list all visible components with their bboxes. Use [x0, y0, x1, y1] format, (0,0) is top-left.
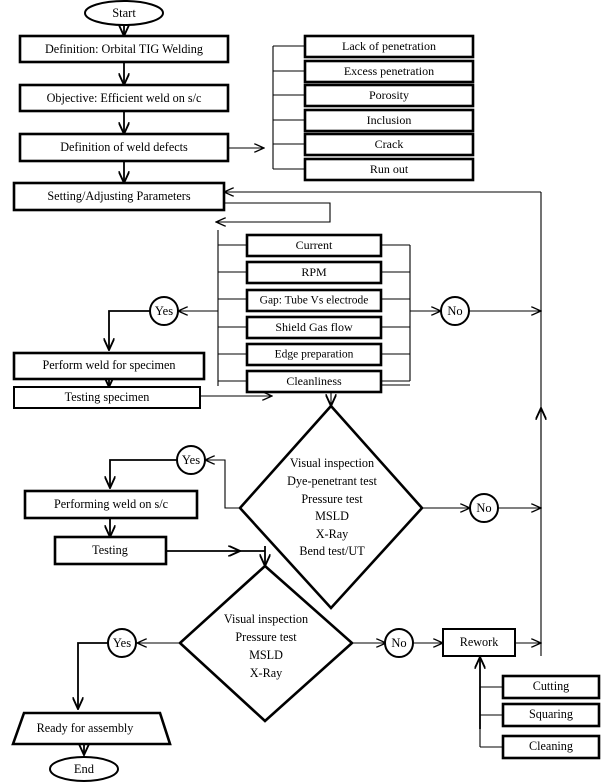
defect-label: Porosity [369, 88, 409, 102]
no-label: No [476, 501, 491, 515]
rework-op-label: Cleaning [529, 739, 573, 753]
node-ready-for-assembly[interactable]: Ready for assembly [11, 711, 172, 746]
node-setting-parameters[interactable]: Setting/Adjusting Parameters [12, 181, 226, 212]
defect-label: Excess penetration [344, 64, 434, 78]
rework-ops-list: Cutting Squaring Cleaning [501, 674, 601, 760]
parameter-list: Current RPM Gap: Tube Vs electrode Shiel… [245, 233, 383, 394]
setting-parameters-label: Setting/Adjusting Parameters [47, 189, 190, 203]
defect-label: Lack of penetration [342, 39, 436, 53]
rework-op-item[interactable]: Squaring [501, 702, 601, 728]
parameter-item[interactable]: Current [245, 233, 383, 258]
decision-sc-line: X-Ray [250, 666, 283, 680]
ready-for-assembly-label: Ready for assembly [37, 721, 135, 735]
decision-sc-line: MSLD [249, 648, 283, 662]
parameter-label: Edge preparation [275, 349, 354, 361]
parameter-label: Current [296, 238, 333, 252]
edge-yes-perform-weld [109, 310, 150, 350]
parameter-label: RPM [301, 265, 327, 279]
parameter-label: Cleanliness [286, 374, 342, 388]
branch-yes-specimen[interactable]: Yes [176, 445, 206, 475]
defect-item[interactable]: Porosity [303, 83, 475, 108]
yes-label: Yes [182, 453, 200, 467]
testing-specimen-label: Testing specimen [65, 390, 150, 404]
edge-yes-performing-weld-sc [110, 459, 178, 488]
rework-op-label: Squaring [529, 707, 573, 721]
node-performing-weld-sc[interactable]: Performing weld on s/c [23, 489, 199, 520]
defect-label: Crack [375, 137, 404, 151]
rework-op-item[interactable]: Cleaning [501, 734, 601, 760]
node-objective[interactable]: Objective: Efficient weld on s/c [18, 83, 230, 113]
node-testing[interactable]: Testing [53, 535, 168, 566]
yes-label: Yes [113, 636, 131, 650]
edge-setting-into-parameters [216, 202, 331, 222]
decision-sc-line: Pressure test [235, 630, 297, 644]
defect-item[interactable]: Lack of penetration [303, 34, 475, 59]
decision-specimen-line: Dye-penetrant test [287, 474, 377, 488]
decision-specimen-line: MSLD [315, 509, 349, 523]
defect-item[interactable]: Run out [303, 157, 475, 182]
decision-specimen-line: X-Ray [316, 527, 349, 541]
decision-specimen-line: Pressure test [301, 492, 363, 506]
defect-item[interactable]: Crack [303, 132, 475, 157]
parameter-item[interactable]: Edge preparation [245, 342, 383, 367]
start-label: Start [112, 6, 136, 20]
parameter-item[interactable]: Shield Gas flow [245, 315, 383, 340]
perform-weld-specimen-label: Perform weld for specimen [42, 358, 175, 372]
node-start[interactable]: Start [84, 0, 164, 26]
weld-defect-list: Lack of penetration Excess penetration P… [303, 34, 475, 182]
flowchart-svg: Start Definition: Orbital TIG Welding Ob… [11, 0, 601, 782]
parameter-label: Shield Gas flow [275, 320, 353, 334]
node-rework[interactable]: Rework [442, 628, 516, 657]
rework-label: Rework [460, 635, 499, 649]
parameter-item[interactable]: Gap: Tube Vs electrode [245, 288, 383, 313]
defect-item[interactable]: Inclusion [303, 108, 475, 133]
node-testing-specimen[interactable]: Testing specimen [13, 386, 201, 409]
end-label: End [74, 762, 95, 776]
defect-label: Inclusion [367, 113, 412, 127]
flowchart-canvas: Start Definition: Orbital TIG Welding Ob… [0, 0, 604, 782]
node-end[interactable]: End [49, 756, 119, 782]
branch-yes-sc[interactable]: Yes [107, 628, 137, 658]
parameter-item[interactable]: Cleanliness [245, 369, 383, 394]
yes-label: Yes [155, 304, 173, 318]
defect-label: Run out [370, 162, 409, 176]
edge-diamond-specimen-yes [205, 460, 240, 509]
rework-op-label: Cutting [533, 679, 570, 693]
branch-no-sc[interactable]: No [384, 628, 414, 658]
branch-no-parameters[interactable]: No [440, 296, 470, 326]
objective-label: Objective: Efficient weld on s/c [47, 91, 202, 105]
testing-label: Testing [92, 543, 128, 557]
no-label: No [447, 304, 462, 318]
node-weld-defects[interactable]: Definition of weld defects [18, 132, 230, 163]
branch-yes-parameters[interactable]: Yes [149, 296, 179, 326]
edge-yes-ready [78, 642, 108, 709]
parameter-item[interactable]: RPM [245, 260, 383, 285]
rework-op-item[interactable]: Cutting [501, 674, 601, 700]
branch-no-specimen[interactable]: No [469, 493, 499, 523]
decision-specimen-line: Bend test/UT [299, 544, 365, 558]
parameter-label: Gap: Tube Vs electrode [260, 295, 369, 307]
decision-specimen-line: Visual inspection [290, 456, 374, 470]
performing-weld-sc-label: Performing weld on s/c [54, 497, 169, 511]
node-perform-weld-specimen[interactable]: Perform weld for specimen [12, 351, 206, 381]
defect-item[interactable]: Excess penetration [303, 59, 475, 84]
definition-label: Definition: Orbital TIG Welding [45, 42, 203, 56]
weld-defects-label: Definition of weld defects [60, 140, 188, 154]
decision-sc-line: Visual inspection [224, 612, 308, 626]
no-label: No [391, 636, 406, 650]
node-definition[interactable]: Definition: Orbital TIG Welding [18, 34, 230, 64]
